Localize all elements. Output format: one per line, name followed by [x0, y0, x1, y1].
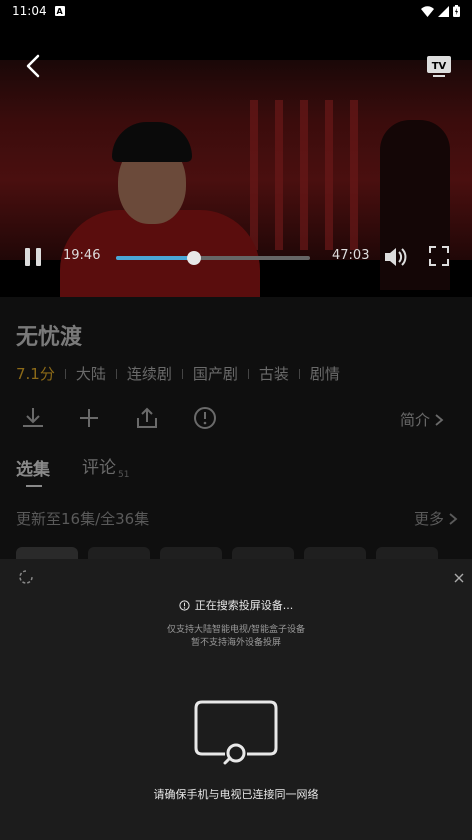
show-title: 无忧渡	[16, 325, 83, 350]
report-icon[interactable]	[192, 405, 218, 431]
current-time: 19:46	[63, 248, 101, 263]
share-icon[interactable]	[134, 405, 160, 431]
progress-bar[interactable]	[116, 251, 310, 265]
action-bar: 简介	[18, 405, 458, 433]
intro-label: 简介	[399, 411, 430, 429]
tab-episodes[interactable]: 选集	[16, 455, 50, 488]
tag-style[interactable]: 古装	[259, 363, 289, 384]
video-player[interactable]: TV 19:46 47:03	[0, 22, 472, 297]
status-bar: 11:04 A	[0, 0, 472, 22]
player-controls: 19:46 47:03	[0, 240, 472, 272]
refresh-icon[interactable]	[18, 569, 34, 585]
status-time: 11:04	[12, 4, 47, 18]
intro-button[interactable]: 简介	[400, 409, 444, 430]
more-episodes-button[interactable]: 更多	[414, 508, 458, 529]
video-frame	[0, 60, 472, 297]
tab-comments-label: 评论	[82, 458, 116, 478]
comments-count: 51	[118, 470, 130, 481]
back-icon[interactable]	[20, 52, 48, 80]
show-detail: 无忧渡 7.1分 大陆 连续剧 国产剧 古装 剧情 简介 选集 评论 51 更新…	[0, 297, 472, 561]
show-tags: 7.1分 大陆 连续剧 国产剧 古装 剧情	[16, 363, 340, 384]
progress-thumb[interactable]	[186, 251, 201, 265]
show-score: 7.1分	[16, 365, 55, 383]
battery-icon	[453, 5, 460, 17]
add-icon[interactable]	[76, 405, 102, 431]
network-message: 请确保手机与电视已连接同一网络	[153, 788, 319, 801]
tag-type[interactable]: 连续剧	[127, 363, 172, 384]
download-icon[interactable]	[20, 405, 46, 431]
progress-fill	[116, 256, 194, 260]
overseas-note: 暂不支持海外设备投屏	[190, 638, 281, 648]
searching-status: 正在搜索投屏设备...	[0, 597, 472, 613]
volume-icon[interactable]	[382, 244, 408, 270]
tag-genre[interactable]: 剧情	[310, 363, 340, 384]
svg-text:TV: TV	[432, 61, 447, 72]
more-label: 更多	[413, 510, 444, 528]
total-time: 47:03	[332, 248, 370, 263]
searching-text: 正在搜索投屏设备...	[194, 599, 294, 612]
tag-region[interactable]: 大陆	[76, 363, 106, 384]
chevron-right-icon	[449, 512, 458, 525]
detail-tabs: 选集 评论 51	[16, 453, 129, 488]
tab-comments[interactable]: 评论 51	[82, 453, 129, 480]
fullscreen-icon[interactable]	[428, 245, 450, 267]
chevron-right-icon	[435, 413, 444, 426]
info-icon	[179, 599, 190, 611]
tag-origin[interactable]: 国产剧	[193, 363, 238, 384]
close-icon[interactable]	[452, 571, 466, 585]
tv-cast-icon[interactable]: TV	[424, 54, 454, 80]
tab-episodes-label: 选集	[16, 460, 50, 481]
update-status: 更新至16集/全36集	[16, 510, 150, 528]
cast-sheet: 正在搜索投屏设备... 仅支持大陆智能电视/智能盒子设备 暂不支持海外设备投屏 …	[0, 559, 472, 840]
tv-search-icon	[194, 700, 278, 765]
notification-a-icon: A	[54, 6, 65, 16]
signal-icon	[438, 5, 449, 17]
wifi-icon	[421, 5, 434, 17]
support-note: 仅支持大陆智能电视/智能盒子设备	[166, 625, 306, 635]
pause-icon[interactable]	[22, 246, 44, 268]
